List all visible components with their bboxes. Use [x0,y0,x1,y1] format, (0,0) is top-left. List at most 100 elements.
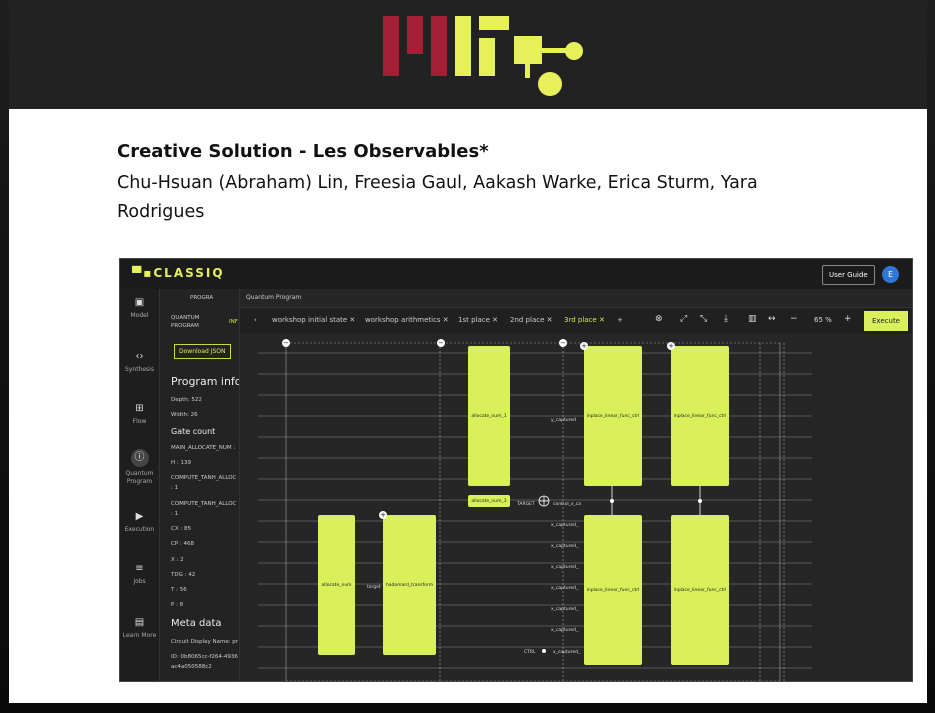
gate-h: H : 139 [171,460,191,466]
expand-circle-icon[interactable]: + [379,511,387,519]
gate-t: T : 56 [171,587,187,593]
panel-crumb[interactable]: PROGRA [190,295,213,301]
nav-model[interactable]: ▣ Model [120,297,159,320]
gate-allocate-num-3[interactable]: allocate_num_3 [468,495,510,507]
add-tab-icon[interactable]: + [617,316,623,324]
gate-allocate-num[interactable]: allocate_num [318,515,355,655]
gate-compute-1-value: : 1 [171,485,179,491]
control-dot [542,649,546,653]
nav-label: Learn More [122,632,157,639]
label-x-captured: x_captured_ [551,544,579,549]
jobs-icon: ≡ [135,563,144,574]
nav-jobs[interactable]: ≡ Jobs [120,563,159,586]
program-info-panel: PROGRA QUANTUM PROGRAM INF Download JSON… [160,289,240,681]
label-x-captured: x_captured_ [551,607,579,612]
gate-inplace-linear-2[interactable]: inplace_linear_func_ctrl [671,346,729,486]
breadcrumb: Quantum Program [240,289,912,308]
fit-width-icon[interactable]: ↔ [768,314,776,324]
nav-label: Quantum Program [125,470,154,485]
left-nav-rail: ▣ Model ‹› Synthesis ⊞ Flow ⓘ Quantum Progra… [120,289,160,681]
gate-allocate-num-1[interactable]: allocate_num_1 [468,346,510,486]
gate-hadamard-transform[interactable]: hadamard_transform [383,515,436,655]
slide: Creative Solution - Les Observables* Chu… [9,0,927,703]
gate-main-allocate: MAIN_ALLOCATE_NUM : [171,445,236,451]
nav-label: Jobs [133,578,146,585]
execution-icon: ▶ [135,511,144,522]
tab-info[interactable]: INF [229,319,238,325]
collapse-circle-icon[interactable]: − [437,339,445,347]
tab-bar: ‹ workshop initial state ✕ workshop arit… [240,308,912,334]
breadcrumb-text: Quantum Program [246,294,302,301]
circuit-display-name: Circuit Display Name: pr [171,639,239,645]
label-x-captured: x_captured_ [551,628,579,633]
download-icon[interactable]: ⤓ [724,314,728,324]
gate-x: X : 2 [171,557,184,563]
nav-quantum-program[interactable]: ⓘ Quantum Program [120,449,159,486]
tab-workshop-arithmetics[interactable]: workshop arithmetics ✕ [365,316,449,324]
gate-count-heading: Gate count [171,427,216,436]
classiq-screenshot: ▀▪CLASSIQ User Guide E ▣ Model ‹› Synthesi… [119,258,913,682]
nav-label: Execution [124,526,155,533]
download-json-button[interactable]: Download JSON [174,344,231,359]
nav-label: Synthesis [125,366,154,373]
zoom-level: 65 % [814,316,832,324]
program-info-heading: Program info [171,375,240,388]
tab-label: 1st place [458,316,490,324]
gate-compute-1: COMPUTE_TANH_ALLOC [171,475,237,481]
quantum-circuit: allocate_num_1 allocate_num_3 allocate_n… [240,335,912,681]
gate-inplace-linear-1[interactable]: inplace_linear_func_ctrl [584,346,642,486]
authors-line-1: Chu-Hsuan (Abraham) Lin, Freesia Gaul, A… [117,173,758,193]
nav-label: Model [130,312,149,319]
tab-workshop-initial-state[interactable]: workshop initial state ✕ [272,316,355,324]
label-x-captured: x_captured_ [551,523,579,528]
depth-text: Depth: 522 [171,397,202,403]
collapse-circle-icon[interactable]: − [282,339,290,347]
expand-circle-icon[interactable]: + [667,342,675,350]
gate-inplace-linear-3[interactable]: inplace_linear_func_ctrl [584,515,642,665]
close-circle-icon[interactable]: ⊗ [655,314,663,324]
mit-banner [9,0,927,109]
collapse-circle-icon[interactable]: − [559,339,567,347]
gate-cp: CP : 468 [171,541,195,547]
circuit-workspace: Quantum Program ‹ workshop initial state… [240,289,912,681]
gate-compute-2-value: : 1 [171,511,179,517]
quantum-program-icon: ⓘ [130,449,149,467]
label-target-small: target [367,585,381,590]
zoom-out-icon[interactable]: − [790,314,798,324]
map-icon[interactable]: ▥ [748,314,757,324]
flow-icon: ⊞ [135,403,144,414]
width-text: Width: 26 [171,412,198,418]
tab-label: workshop arithmetics [365,316,441,324]
execute-button[interactable]: Execute [864,311,908,331]
tab-quantum-program[interactable]: QUANTUM PROGRAM [171,314,209,330]
gate-tdg: TDG : 42 [171,572,196,578]
user-guide-button[interactable]: User Guide [822,265,875,285]
expand-circle-icon[interactable]: + [580,342,588,350]
logo-text: CLASSIQ [153,266,225,280]
tab-3rd-place[interactable]: 3rd place ✕ [564,316,605,324]
expand-icon[interactable]: ⤢ [680,314,687,324]
label-x-captured: x_captured_ [551,565,579,570]
gate-p: P : 8 [171,602,184,608]
authors-line-2: Rodrigues [117,202,205,222]
nav-learn-more[interactable]: ▤ Learn More [120,617,159,640]
app-topbar: ▀▪CLASSIQ User Guide E [120,259,912,290]
gate-inplace-linear-4[interactable]: inplace_linear_func_ctrl [671,515,729,665]
meta-data-heading: Meta data [171,618,222,629]
control-dot [698,499,702,503]
gate-compute-2: COMPUTE_TANH_ALLOC [171,501,237,507]
collapse-icon[interactable]: ⤡ [700,314,707,324]
zoom-in-icon[interactable]: + [844,314,852,324]
tabs-back-icon[interactable]: ‹ [254,316,257,324]
tab-label: workshop initial state [272,316,348,324]
tab-label: 2nd place [510,316,545,324]
label-x-captured: x_captured_ [553,650,581,655]
nav-synthesis[interactable]: ‹› Synthesis [120,351,159,374]
id-line-1: ID: 0b8065cc-f264-4936 [171,654,238,660]
tab-2nd-place[interactable]: 2nd place ✕ [510,316,553,324]
avatar[interactable]: E [882,266,899,283]
nav-execution[interactable]: ▶ Execution [120,511,159,534]
label-x-captured: x_captured_ [551,586,579,591]
tab-1st-place[interactable]: 1st place ✕ [458,316,498,324]
nav-flow[interactable]: ⊞ Flow [120,403,159,426]
